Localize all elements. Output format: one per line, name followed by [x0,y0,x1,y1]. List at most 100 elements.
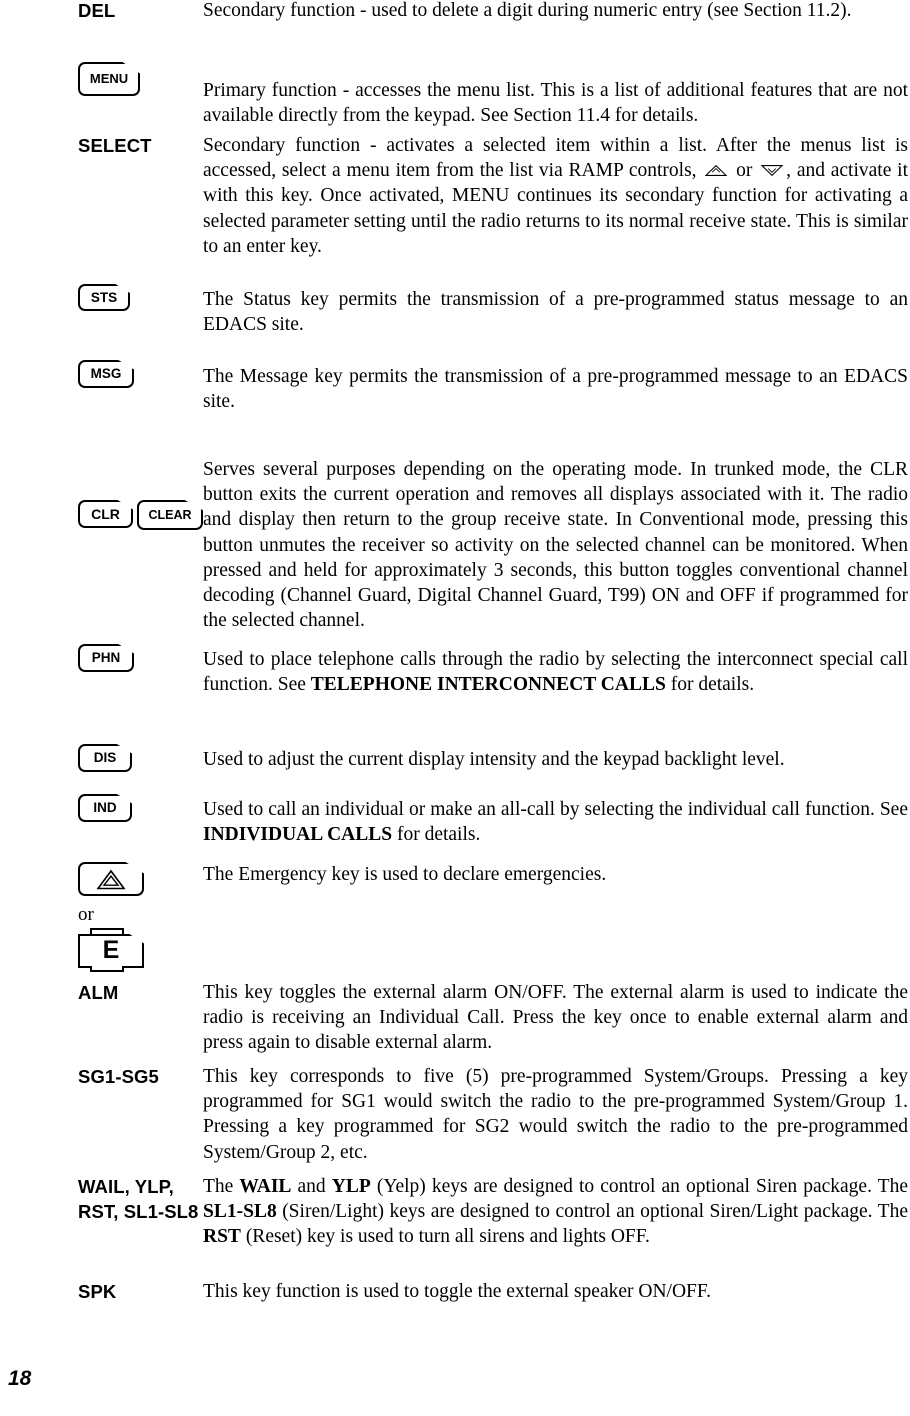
entry-label-col: or E [68,862,203,972]
entry-row-select: SELECT Secondary function - activates a … [68,133,908,259]
entry-text-col: This key function is used to toggle the … [203,1279,908,1304]
entry-text-col: The Emergency key is used to declare eme… [203,862,908,887]
entry-row-ind: IND Used to call an individual or make a… [68,794,908,847]
keycap-clr-label: CLR [91,506,120,522]
entry-text-col: This key corresponds to five (5) pre-pro… [203,1064,908,1165]
keycap-msg-label: MSG [90,366,122,381]
key-label-select: SELECT [78,135,152,156]
wail-term-rst: RST [203,1226,241,1248]
entry-description-msg: The Message key permits the transmission… [203,366,908,413]
entry-row-sg1-sg5: SG1-SG5 This key corresponds to five (5)… [68,1064,908,1165]
entry-text-col: The Status key permits the transmission … [203,284,908,337]
entry-label-col: MSG [68,360,203,388]
entry-text-col: Used to call an individual or make an al… [203,794,908,847]
ind-bold-term: INDIVIDUAL CALLS [203,824,393,846]
entry-label-col: SELECT [68,133,203,158]
phn-text-part-2: for details. [665,674,755,696]
entry-label-col: DIS [68,744,203,772]
entry-description-sts: The Status key permits the transmission … [203,289,908,336]
entry-description-clr: Serves several purposes depending on the… [203,459,908,632]
entry-row-emergency: or E The Emergency key is used to declar… [68,862,908,972]
ind-text-part-1: Used to call an individual or make an al… [203,799,908,820]
entry-label-col: PHN [68,644,203,672]
entry-text-col: Primary function - accesses the menu lis… [203,62,908,128]
entry-description-emergency: The Emergency key is used to declare eme… [203,864,607,885]
entry-description-ind: Used to call an individual or make an al… [203,797,908,847]
keycap-e-label: E [102,936,120,964]
keycap-msg: MSG [78,360,134,388]
entry-description-del: Secondary function - used to delete a di… [203,0,852,21]
entry-description-phn: Used to place telephone calls through th… [203,647,908,697]
entry-text-col: Secondary function - used to delete a di… [203,0,908,23]
page-number: 18 [8,1367,32,1390]
ind-text-part-2: for details. [392,824,481,846]
entry-row-clr: CLR CLEAR Serves several purposes depend… [68,456,908,633]
entry-label-col: STS [68,284,203,311]
entry-description-wail: The WAIL and YLP (Yelp) keys are designe… [203,1174,908,1250]
select-text-part-2: or [730,160,759,182]
keycap-dis: DIS [78,744,132,772]
emergency-or-label: or [78,904,94,925]
key-label-wail: WAIL, YLP, RST, SL1-SL8 [78,1176,199,1222]
entry-row-alm: ALM This key toggles the external alarm … [68,980,908,1056]
keycap-clear-label: CLEAR [148,508,192,522]
entry-description-alm: This key toggles the external alarm ON/O… [203,982,908,1054]
entry-row-spk: SPK This key function is used to toggle … [68,1279,908,1304]
entry-label-col: WAIL, YLP, RST, SL1-SL8 [68,1174,203,1224]
key-label-sg1-sg5: SG1-SG5 [78,1066,159,1087]
entry-description-spk: This key function is used to toggle the … [203,1281,712,1302]
wail-text-a2: and [291,1176,332,1197]
keycap-ind-label: IND [93,800,117,815]
entry-text-col: This key toggles the external alarm ON/O… [203,980,908,1056]
entry-label-col: MENU [68,62,203,96]
entry-text-col: Serves several purposes depending on the… [203,456,908,633]
entry-row-del: DEL Secondary function - used to delete … [68,0,908,23]
keycap-menu: MENU [78,62,140,96]
entry-label-col: SPK [68,1279,203,1304]
keycap-phn-label: PHN [91,650,121,665]
entry-label-col: CLR CLEAR [68,456,203,530]
entry-row-wail: WAIL, YLP, RST, SL1-SL8 The WAIL and YLP… [68,1174,908,1250]
wail-term-sl1-sl8: SL1-SL8 [203,1201,277,1223]
entry-description-select: Secondary function - activates a selecte… [203,133,908,259]
keycap-e-tab-bottom [90,966,124,972]
entry-text-col: Secondary function - activates a selecte… [203,133,908,259]
entry-row-msg: MSG The Message key permits the transmis… [68,360,908,414]
entry-label-col: IND [68,794,203,822]
warning-triangle-icon [96,869,126,891]
keycap-sts-label: STS [90,290,118,305]
wail-text-a1: The [203,1176,240,1197]
keycap-clear: CLEAR [137,500,203,530]
entry-description-sg1-sg5: This key corresponds to five (5) pre-pro… [203,1066,908,1163]
entry-label-col: ALM [68,980,203,1005]
entry-description-menu: Primary function - accesses the menu lis… [203,80,908,127]
wail-text-a3: (Yelp) keys are designed to control an o… [370,1176,908,1197]
wail-term-ylp: YLP [331,1176,371,1197]
entry-label-col: DEL [68,0,203,23]
key-label-spk: SPK [78,1281,117,1302]
keycap-menu-label: MENU [89,71,129,86]
ramp-down-arrow-icon [760,159,784,177]
entry-text-col: The Message key permits the transmission… [203,360,908,414]
entry-description-dis: Used to adjust the current display inten… [203,749,785,770]
entry-row-dis: DIS Used to adjust the current display i… [68,744,908,772]
wail-text-a4: (Siren/Light) keys are designed to contr… [276,1201,908,1223]
wail-text-a5: (Reset) key is used to turn all sirens a… [240,1226,650,1248]
keycap-ind: IND [78,794,132,822]
keycap-phn: PHN [78,644,134,672]
keycap-emergency-e: E [78,928,144,972]
key-label-del: DEL [78,0,116,21]
keycap-clr: CLR [78,500,133,528]
entry-label-col: SG1-SG5 [68,1064,203,1089]
entry-row-menu: MENU Primary function - accesses the men… [68,62,908,128]
entry-row-phn: PHN Used to place telephone calls throug… [68,644,908,697]
wail-term-wail: WAIL [239,1176,292,1197]
manual-page: DEL Secondary function - used to delete … [0,0,910,1416]
ramp-up-arrow-icon [704,159,728,177]
entry-row-sts: STS The Status key permits the transmiss… [68,284,908,337]
key-label-alm: ALM [78,982,119,1003]
keycap-emergency [78,862,144,896]
keycap-sts: STS [78,284,130,311]
phn-bold-term: TELEPHONE INTERCONNECT CALLS [310,674,666,696]
keycap-dis-label: DIS [93,750,117,765]
